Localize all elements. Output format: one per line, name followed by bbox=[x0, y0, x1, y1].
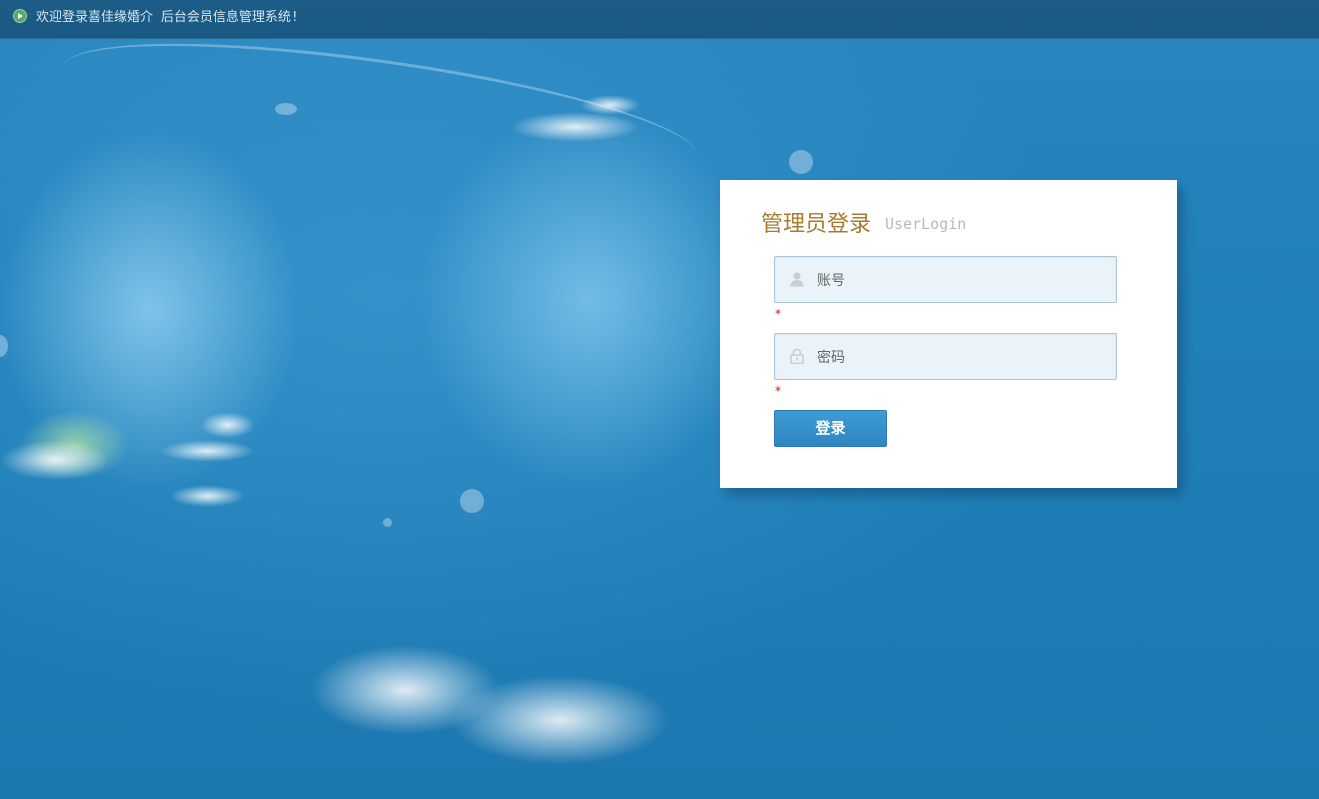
panel-title: 管理员登录 bbox=[761, 212, 872, 237]
cloud bbox=[200, 412, 255, 438]
password-required-mark: * bbox=[775, 384, 781, 398]
user-icon bbox=[790, 272, 804, 287]
light-bubble bbox=[275, 103, 297, 115]
username-input[interactable]: 账号 bbox=[774, 256, 1117, 303]
password-input[interactable]: 密码 bbox=[774, 333, 1117, 380]
cloud bbox=[170, 485, 245, 507]
cloud bbox=[160, 440, 255, 462]
cloud bbox=[450, 675, 670, 765]
password-placeholder: 密码 bbox=[817, 350, 845, 366]
cloud bbox=[0, 440, 110, 480]
panel-subtitle: UserLogin bbox=[885, 215, 967, 233]
username-required-mark: * bbox=[775, 307, 781, 321]
light-bubble bbox=[460, 489, 484, 513]
play-icon bbox=[13, 9, 27, 23]
login-button[interactable]: 登录 bbox=[774, 410, 887, 447]
cloud bbox=[580, 95, 640, 115]
cloud bbox=[510, 112, 640, 142]
login-panel: 管理员登录 UserLogin 账号 * 密码 * 登录 bbox=[720, 180, 1177, 488]
light-bubble bbox=[789, 150, 813, 174]
lock-icon bbox=[790, 348, 804, 364]
top-bar: 欢迎登录喜佳缘婚介 后台会员信息管理系统! bbox=[0, 0, 1319, 39]
welcome-text: 欢迎登录喜佳缘婚介 后台会员信息管理系统! bbox=[36, 10, 299, 25]
username-placeholder: 账号 bbox=[817, 273, 845, 289]
light-bubble bbox=[383, 518, 392, 527]
light-bubble bbox=[0, 335, 8, 357]
